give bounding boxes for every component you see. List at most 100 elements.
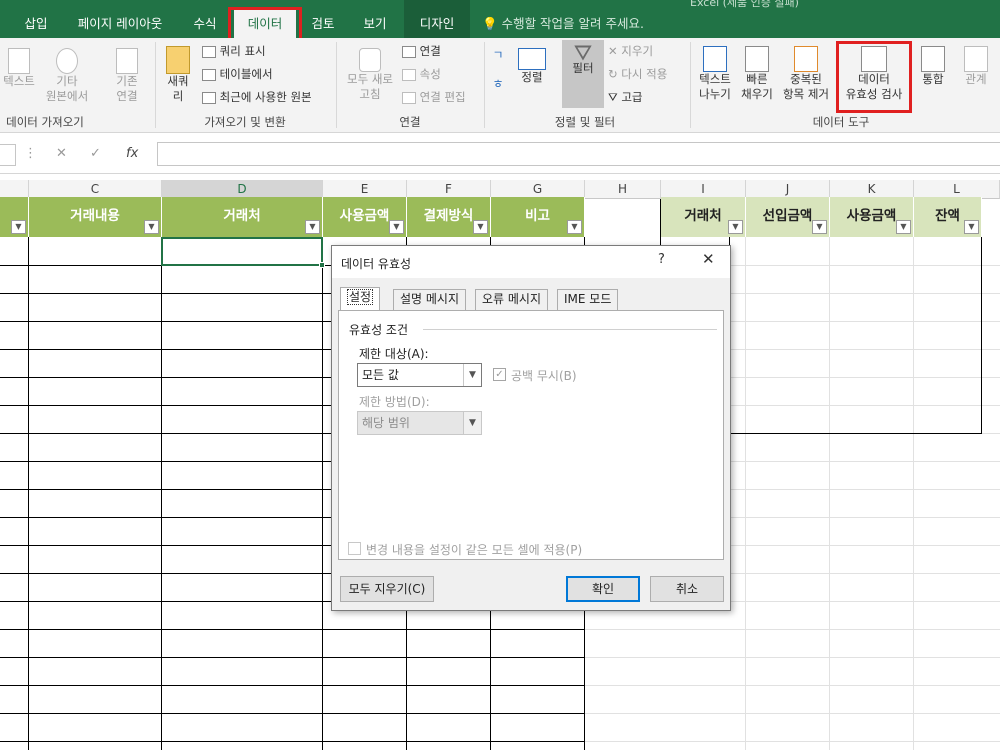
from-text-button[interactable]: 텍스트: [0, 48, 38, 89]
tab-design[interactable]: 디자인: [404, 8, 470, 38]
filter-label: 필터: [572, 61, 594, 75]
recent-sources-button[interactable]: 최근에 사용한 원본: [202, 86, 312, 108]
section-divider: [423, 329, 717, 330]
table-header-cell[interactable]: 비고 ▼: [491, 197, 585, 237]
consolidate-button[interactable]: 통합: [914, 46, 952, 87]
flash-fill-button[interactable]: 빠른 채우기: [738, 46, 776, 102]
show-queries-button[interactable]: 쿼리 표시: [202, 40, 266, 62]
edit-links-button[interactable]: 연결 편집: [402, 86, 466, 108]
tab-page-layout[interactable]: 페이지 레이아웃: [74, 12, 166, 38]
existing-label-1: 기존: [116, 74, 138, 88]
relationships-button[interactable]: 관계: [954, 46, 998, 87]
new-query-label-1: 새쿼: [167, 74, 189, 88]
section-validation-criteria: 유효성 조건: [349, 323, 409, 337]
filter-dropdown-icon[interactable]: ▼: [896, 220, 911, 234]
tab-review[interactable]: 검토: [308, 12, 338, 38]
help-icon[interactable]: ?: [658, 252, 665, 267]
ribbon: 텍스트 기타 원본에서 기존 연결 데이터 가져오기 새쿼 리 쿼리 표시 테이…: [0, 38, 1000, 133]
tell-me-text: 수행할 작업을 알려 주세요.: [501, 16, 644, 31]
table-icon: [202, 45, 216, 58]
sort-az-button[interactable]: ㄱ ㅎ: [488, 48, 508, 92]
more-icon: ⋮: [24, 146, 37, 161]
clear-filter-button[interactable]: ✕ 지우기: [608, 40, 653, 62]
tab-error-alert[interactable]: 오류 메시지: [475, 289, 549, 310]
clock-icon: [202, 91, 216, 104]
apply-all-checkbox[interactable]: [348, 542, 361, 555]
recent-sources-label: 최근에 사용한 원본: [219, 90, 312, 104]
allow-label: 제한 대상(A):: [359, 347, 429, 361]
close-icon[interactable]: ✕: [702, 250, 715, 268]
filter-dropdown-icon[interactable]: ▼: [305, 220, 320, 234]
clear-all-button[interactable]: 모두 지우기(C): [340, 576, 434, 602]
data-operator-select[interactable]: 해당 범위 ▼: [357, 411, 482, 435]
fill-handle[interactable]: [319, 262, 325, 268]
filter-dropdown-icon[interactable]: ▼: [144, 220, 159, 234]
data-validation-dialog: 데이터 유효성 ? ✕ 설정 설명 메시지 오류 메시지 IME 모드 유효성 …: [331, 245, 731, 611]
table-header-cell[interactable]: ▼: [0, 197, 29, 237]
sort-label: 정렬: [521, 70, 543, 84]
table-header-cell[interactable]: 사용금액 ▼: [323, 197, 407, 237]
group-get-external-data: 데이터 가져오기: [6, 115, 84, 129]
advanced-filter-button[interactable]: ⛛ 고급: [608, 86, 643, 108]
table-header-cell[interactable]: 거래내용 ▼: [29, 197, 162, 237]
table-header-cell[interactable]: 선입금액 ▼: [746, 197, 830, 237]
text-to-columns-button[interactable]: 텍스트 나누기: [694, 46, 736, 102]
tab-insert[interactable]: 삽입: [22, 12, 50, 38]
table-header-cell[interactable]: 잔액 ▼: [914, 197, 982, 237]
edit-links-icon: [402, 91, 416, 104]
filter-dropdown-icon[interactable]: ▼: [812, 220, 827, 234]
name-box[interactable]: [0, 144, 16, 166]
table-header-cell[interactable]: 거래처 ▼: [661, 197, 746, 237]
connections-button[interactable]: 연결: [402, 40, 441, 62]
group-sort-filter: 정렬 및 필터: [554, 115, 616, 129]
filter-dropdown-icon[interactable]: ▼: [11, 220, 26, 234]
allow-select[interactable]: 모든 값 ▼: [357, 363, 482, 387]
enter-icon[interactable]: ✓: [90, 146, 101, 161]
reapply-button[interactable]: ↻ 다시 적용: [608, 63, 667, 85]
connections-icon: [402, 45, 416, 58]
table-header-cell[interactable]: 결제방식 ▼: [407, 197, 491, 237]
tab-view[interactable]: 보기: [360, 12, 390, 38]
from-other-sources-button[interactable]: 기타 원본에서: [38, 48, 96, 104]
remove-duplicates-button[interactable]: 중복된 항목 제거: [778, 46, 834, 102]
context-tab-group: [404, 0, 470, 8]
ok-button[interactable]: 확인: [566, 576, 640, 602]
column-header-h[interactable]: H: [585, 180, 661, 199]
properties-button[interactable]: 속성: [402, 63, 441, 85]
formula-input[interactable]: [157, 142, 1000, 166]
tab-settings[interactable]: 설정: [340, 287, 381, 311]
cancel-icon[interactable]: ✕: [56, 146, 67, 161]
chevron-down-icon: ▼: [463, 364, 481, 386]
header-label: 거래처: [684, 208, 722, 224]
ignore-blank-checkbox[interactable]: ✓: [493, 368, 506, 381]
tell-me-box[interactable]: 💡 수행할 작업을 알려 주세요.: [482, 12, 644, 38]
advanced-filter-icon: ⛛: [608, 90, 618, 104]
relationships-icon: [964, 46, 988, 72]
insert-function-icon[interactable]: fx: [126, 146, 138, 161]
filter-dropdown-icon[interactable]: ▼: [728, 220, 743, 234]
table-header-cell[interactable]: 거래처 ▼: [162, 197, 323, 237]
flash-fill-icon: [745, 46, 769, 72]
header-label: 결제방식: [423, 208, 474, 224]
from-table-button[interactable]: 테이블에서: [202, 63, 273, 85]
selected-cell[interactable]: [161, 237, 325, 268]
sort-button[interactable]: 정렬: [514, 48, 550, 85]
filter-button[interactable]: ⛛ 필터: [562, 40, 604, 108]
filter-dropdown-icon[interactable]: ▼: [964, 220, 979, 234]
properties-label: 속성: [419, 67, 441, 81]
cancel-button[interactable]: 취소: [650, 576, 724, 602]
header-label: 잔액: [935, 208, 960, 224]
filter-dropdown-icon[interactable]: ▼: [473, 220, 488, 234]
new-query-button[interactable]: 새쿼 리: [160, 46, 196, 104]
table-header-cell[interactable]: 사용금액 ▼: [830, 197, 914, 237]
window-title: Excel (제품 인증 실패): [690, 0, 799, 9]
filter-dropdown-icon[interactable]: ▼: [389, 220, 404, 234]
tab-ime-mode[interactable]: IME 모드: [557, 289, 619, 310]
filter-dropdown-icon[interactable]: ▼: [567, 220, 582, 234]
refresh-all-button[interactable]: 모두 새로 고침: [340, 48, 400, 102]
existing-connections-button[interactable]: 기존 연결: [104, 48, 150, 104]
text-to-columns-icon: [703, 46, 727, 72]
tab-formulas[interactable]: 수식: [190, 12, 220, 38]
reapply-label: 다시 적용: [621, 67, 668, 81]
tab-input-message[interactable]: 설명 메시지: [393, 289, 467, 310]
